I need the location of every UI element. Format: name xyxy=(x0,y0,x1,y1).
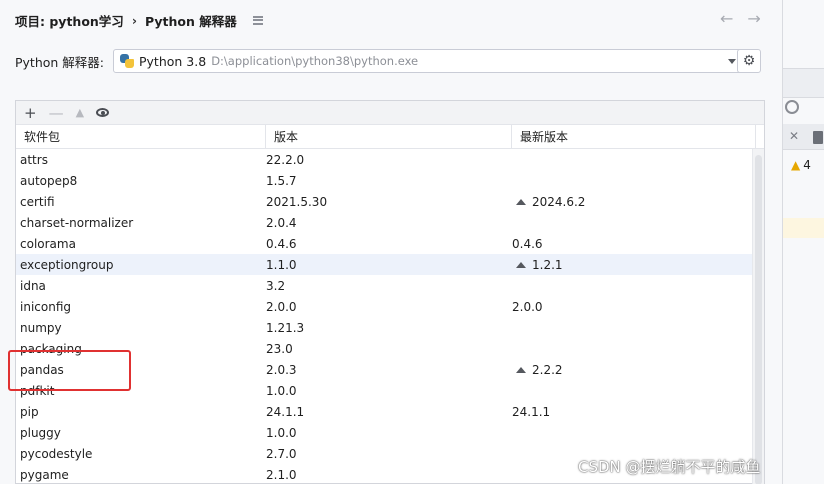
ide-toolbar-strip xyxy=(783,68,824,98)
package-latest-version: 2.0.0 xyxy=(512,300,756,314)
table-row[interactable]: certifi 2021.5.30 2024.6.2 xyxy=(16,191,764,212)
table-row[interactable]: exceptiongroup 1.1.0 1.2.1 xyxy=(16,254,764,275)
package-version: 0.4.6 xyxy=(266,236,297,251)
latest-version-text: 2024.6.2 xyxy=(532,194,586,209)
package-version: 2.0.4 xyxy=(266,215,297,230)
upgrade-arrow-icon[interactable] xyxy=(516,366,526,373)
package-name: charset-normalizer xyxy=(20,215,134,230)
warning-count: 4 xyxy=(803,158,811,172)
latest-version-text: 2.2.2 xyxy=(532,362,563,377)
python-logo-icon xyxy=(120,54,134,68)
package-version: 2.0.3 xyxy=(266,362,297,377)
table-row[interactable]: iniconfig 2.0.0 2.0.0 xyxy=(16,296,764,317)
package-name: exceptiongroup xyxy=(20,257,114,272)
package-table-body: attrs 22.2.0 autopep8 1.5.7 certifi 2021.5.30… xyxy=(16,149,764,484)
package-name: attrs xyxy=(20,152,48,167)
package-latest-version: 2024.6.2 xyxy=(512,195,756,209)
table-row[interactable]: autopep8 1.5.7 xyxy=(16,170,764,191)
package-version: 1.0.0 xyxy=(266,425,297,440)
package-name: pygame xyxy=(20,467,69,482)
add-package-icon[interactable]: + xyxy=(24,104,37,122)
eye-icon[interactable] xyxy=(96,108,110,117)
table-row[interactable]: numpy 1.21.3 xyxy=(16,317,764,338)
close-icon[interactable]: ✕ xyxy=(789,129,799,143)
gear-icon: ⚙ xyxy=(742,53,756,69)
page-menu-icon[interactable] xyxy=(252,15,263,25)
package-version: 22.2.0 xyxy=(266,152,305,167)
package-name: pip xyxy=(20,404,39,419)
warning-icon: ▲ xyxy=(791,158,801,172)
package-latest-version: 2.2.2 xyxy=(512,363,756,377)
package-name: autopep8 xyxy=(20,173,78,188)
package-version: 2.7.0 xyxy=(266,446,297,461)
package-latest-version: 1.2.1 xyxy=(512,258,756,272)
latest-version-text: 2.0.0 xyxy=(512,299,543,314)
background-ide-window: ✕ ▲ 4 xyxy=(782,0,824,484)
vertical-scrollbar[interactable] xyxy=(752,149,764,484)
breadcrumb: 项目: python学习 › Python 解释器 xyxy=(15,11,263,29)
column-header-version[interactable]: 版本 xyxy=(266,125,512,149)
watermark: CSDN @摆烂躺不平的咸鱼 xyxy=(578,458,761,476)
table-row[interactable]: pip 24.1.1 24.1.1 xyxy=(16,401,764,422)
package-latest-version: 0.4.6 xyxy=(512,237,756,251)
warning-indicator[interactable]: ▲ 4 xyxy=(791,158,811,172)
interpreter-path: D:\application\python38\python.exe xyxy=(211,54,419,68)
package-version: 23.0 xyxy=(266,341,293,356)
ide-highlighted-line xyxy=(783,218,824,238)
interpreter-select[interactable]: Python 3.8 D:\application\python38\pytho… xyxy=(113,49,743,73)
package-name: certifi xyxy=(20,194,55,209)
file-icon xyxy=(813,131,823,144)
chevron-down-icon[interactable] xyxy=(728,59,736,64)
package-version: 3.2 xyxy=(266,278,286,293)
package-version: 2.1.0 xyxy=(266,467,297,482)
package-version: 2.0.0 xyxy=(266,299,297,314)
table-header: 软件包 版本 最新版本 xyxy=(16,125,764,149)
ide-refresh-icon[interactable] xyxy=(785,100,799,114)
package-panel: + — ▲ 软件包 版本 最新版本 attrs 22.2.0 autopep8 1.5… xyxy=(15,100,765,484)
upgrade-arrow-icon[interactable] xyxy=(516,261,526,268)
package-version: 2021.5.30 xyxy=(266,194,328,209)
latest-version-text: 24.1.1 xyxy=(512,404,551,419)
column-header-package[interactable]: 软件包 xyxy=(16,125,266,149)
forward-arrow-icon[interactable]: → xyxy=(747,9,760,28)
interpreter-row: Python 解释器: Python 3.8 D:\application\py… xyxy=(15,49,765,73)
page-title: Python 解释器 xyxy=(144,13,237,29)
upgrade-package-icon[interactable]: ▲ xyxy=(76,106,84,119)
breadcrumb-project[interactable]: 项目: python学习 xyxy=(15,11,124,30)
upgrade-arrow-icon[interactable] xyxy=(516,198,526,205)
package-name: pluggy xyxy=(20,425,61,440)
package-version: 1.21.3 xyxy=(266,320,305,335)
back-arrow-icon[interactable]: ← xyxy=(720,9,733,28)
navigation-arrows: ← → xyxy=(720,9,761,28)
package-latest-version: 24.1.1 xyxy=(512,405,756,419)
package-name: idna xyxy=(20,278,46,293)
latest-version-text: 1.2.1 xyxy=(532,257,563,272)
package-name: colorama xyxy=(20,236,76,251)
package-version: 1.0.0 xyxy=(266,383,297,398)
remove-package-icon[interactable]: — xyxy=(49,104,64,122)
package-name: numpy xyxy=(20,320,62,335)
package-name: iniconfig xyxy=(20,299,71,314)
interpreter-name: Python 3.8 xyxy=(139,53,207,69)
settings-dialog: 项目: python学习 › Python 解释器 ← → Python 解释器… xyxy=(0,0,782,484)
package-version: 1.5.7 xyxy=(266,173,297,188)
package-name: pycodestyle xyxy=(20,446,93,461)
gear-button[interactable]: ⚙ xyxy=(737,49,761,73)
scrollbar-thumb[interactable] xyxy=(755,155,762,484)
interpreter-label: Python 解释器: xyxy=(15,54,105,70)
package-toolbar: + — ▲ xyxy=(16,101,764,125)
highlight-annotation-box xyxy=(8,350,131,391)
table-row[interactable]: charset-normalizer 2.0.4 xyxy=(16,212,764,233)
table-row[interactable]: attrs 22.2.0 xyxy=(16,149,764,170)
column-header-latest[interactable]: 最新版本 xyxy=(512,125,756,149)
table-row[interactable]: colorama 0.4.6 0.4.6 xyxy=(16,233,764,254)
package-version: 1.1.0 xyxy=(266,257,297,272)
table-row[interactable]: pluggy 1.0.0 xyxy=(16,422,764,443)
latest-version-text: 0.4.6 xyxy=(512,236,543,251)
ide-editor-tab[interactable]: ✕ xyxy=(783,124,824,150)
package-version: 24.1.1 xyxy=(266,404,305,419)
table-row[interactable]: idna 3.2 xyxy=(16,275,764,296)
breadcrumb-separator: › xyxy=(131,12,137,28)
